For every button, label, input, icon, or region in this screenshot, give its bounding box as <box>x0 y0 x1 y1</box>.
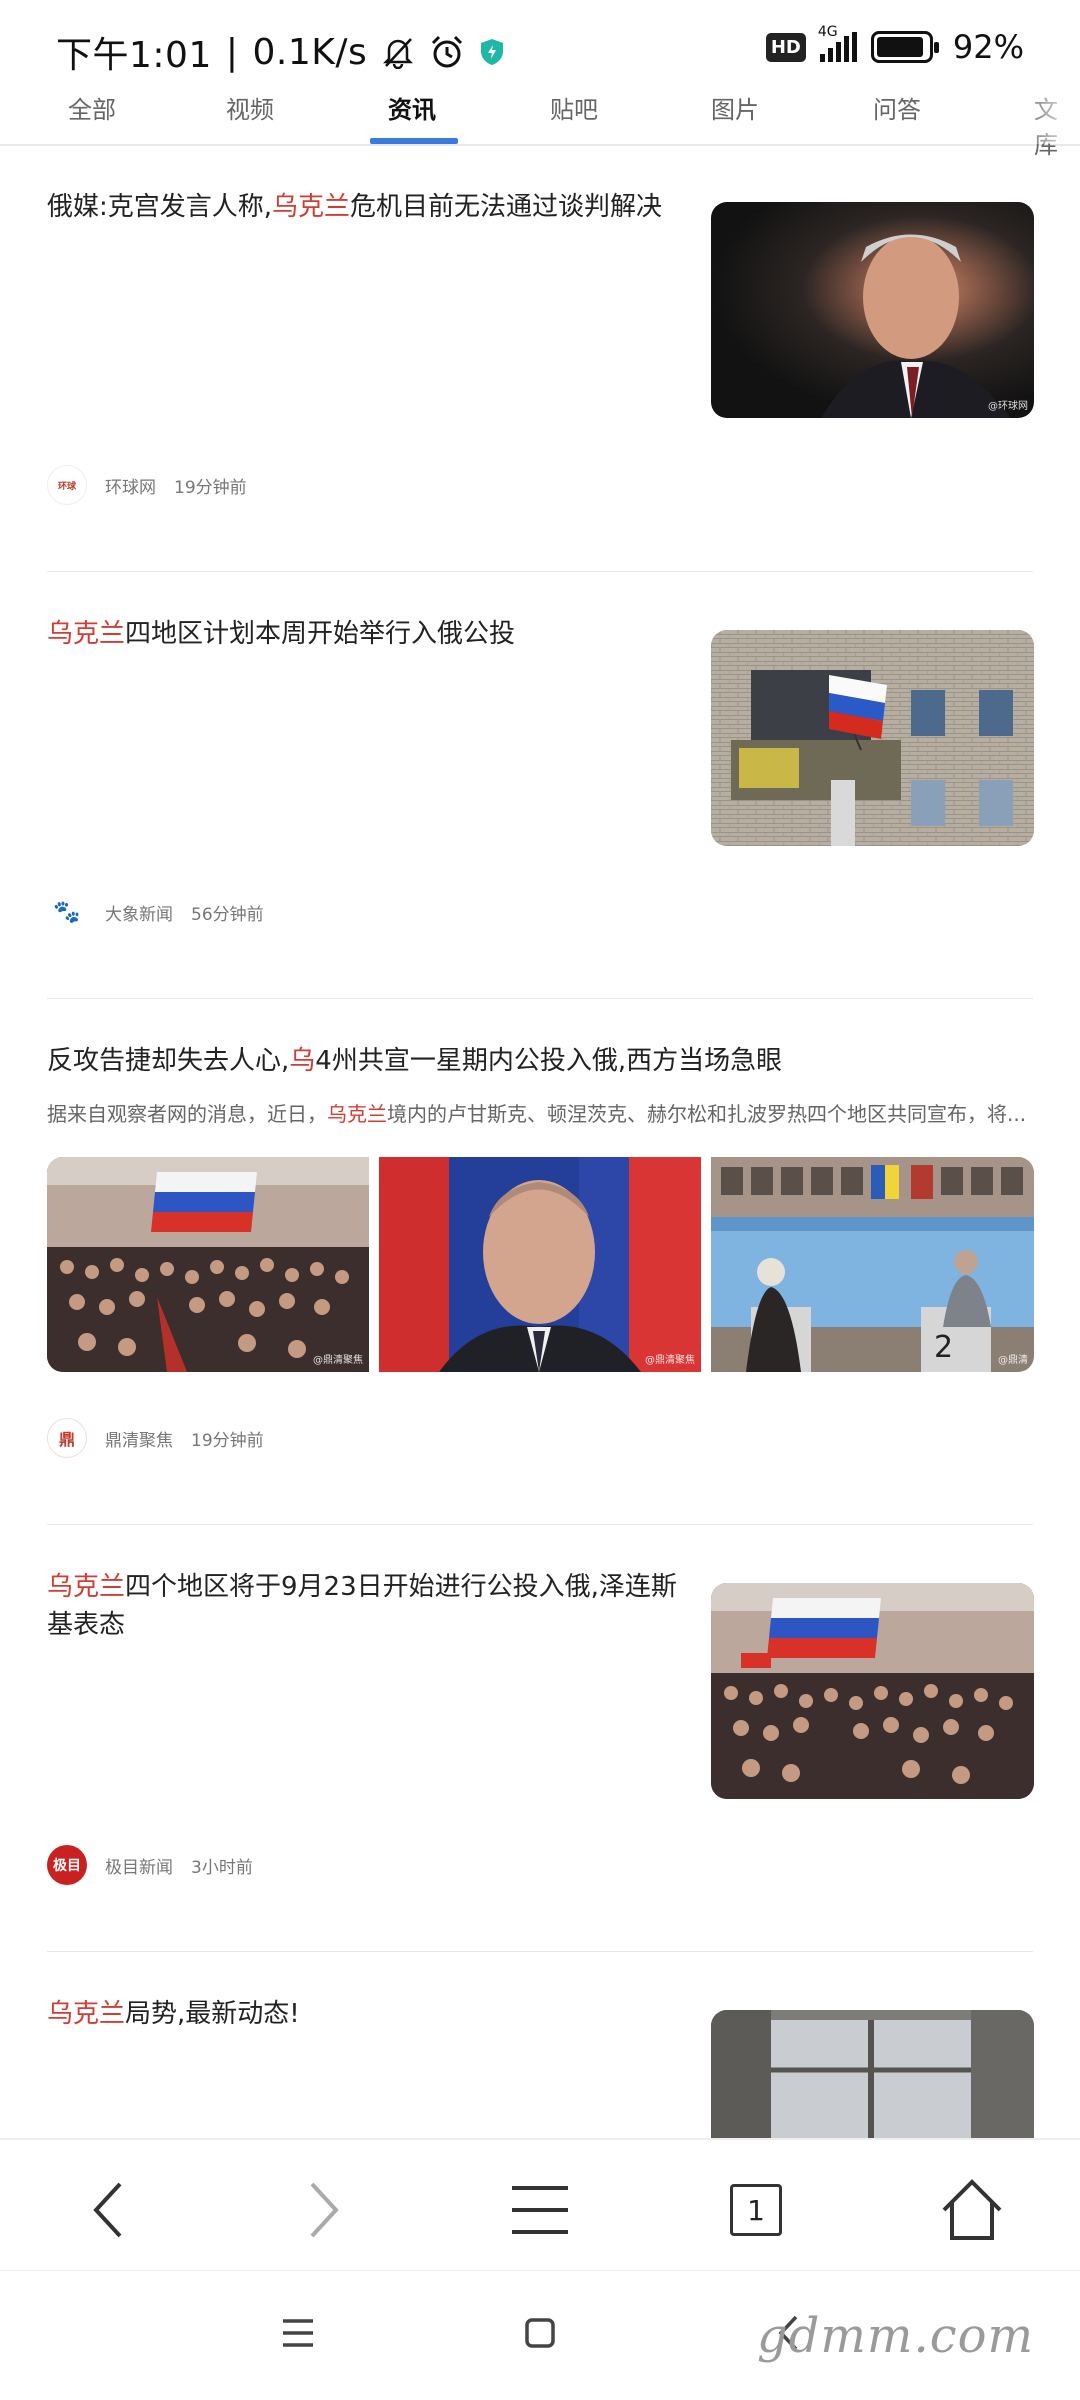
divider <box>47 998 1033 999</box>
title-text: 危机目前无法通过谈判解决 <box>350 192 663 222</box>
title-highlight: 乌克兰 <box>272 192 351 222</box>
status-left: 下午1:01 | 0.1K/s <box>56 26 505 78</box>
tab-all[interactable]: 全部 <box>68 90 116 125</box>
forward-icon <box>310 2182 339 2238</box>
divider <box>47 571 1033 572</box>
home-icon <box>942 2179 1002 2240</box>
back-icon <box>93 2182 122 2238</box>
tabs-icon: 1 <box>730 2184 782 2236</box>
article-title[interactable]: 乌克兰四地区计划本周开始举行入俄公投 <box>47 615 687 653</box>
publish-time: 19分钟前 <box>191 1430 264 1451</box>
source-name[interactable]: 环球网 <box>105 473 156 498</box>
bell-off-icon <box>383 38 414 69</box>
tab-qa[interactable]: 问答 <box>873 90 921 125</box>
source-name[interactable]: 极目新闻 <box>105 1853 173 1878</box>
article-title[interactable]: 俄媒:克宫发言人称,乌克兰危机目前无法通过谈判解决 <box>47 188 687 226</box>
image-watermark: @鼎清聚焦 <box>313 1355 363 1366</box>
source-logo: 鼎 <box>47 1418 87 1458</box>
svg-text:2: 2 <box>934 1330 953 1365</box>
status-speed: 0.1K/s <box>252 31 368 73</box>
source-name[interactable]: 大象新闻 <box>105 900 173 925</box>
status-time: 下午1:01 <box>56 35 212 76</box>
battery-percent: 92% <box>952 28 1024 66</box>
article-meta: 环球 环球网 19分钟前 <box>47 465 247 505</box>
active-tab-indicator <box>370 138 458 144</box>
voting-booth-photo: 2 <box>711 1157 1034 1372</box>
article-meta: 鼎 鼎清聚焦 19分钟前 <box>47 1418 264 1458</box>
browser-toolbar: 1 <box>0 2138 1080 2268</box>
building-flag-photo <box>711 630 1034 846</box>
forward-button[interactable] <box>284 2170 364 2250</box>
article-snippet: 据来自观察者网的消息，近日，乌克兰境内的卢甘斯克、顿涅茨克、赫尔松和扎波罗热四个… <box>47 1099 1037 1129</box>
status-right: HD 4G 92% <box>765 24 1024 66</box>
title-text: 反攻告捷却失去人心, <box>47 1046 290 1076</box>
home-nav-button[interactable] <box>500 2293 580 2373</box>
category-tabs: 全部 视频 资讯 贴吧 图片 问答 文库 <box>0 80 1080 159</box>
status-separator: | <box>225 31 239 73</box>
article-title[interactable]: 乌克兰四个地区将于9月23日开始进行公投入俄,泽连斯基表态 <box>47 1568 687 1644</box>
title-highlight: 乌克兰 <box>47 1572 126 1602</box>
article-title[interactable]: 乌克兰局势,最新动态! <box>47 1995 687 2033</box>
title-text: 俄媒:克宫发言人称, <box>47 192 273 222</box>
shield-vpn-icon <box>481 39 504 65</box>
article-title[interactable]: 反攻告捷却失去人心,乌4州共宣一星期内公投入俄,西方当场急眼 <box>47 1042 1037 1080</box>
publish-time: 3小时前 <box>191 1857 253 1878</box>
portrait-photo <box>379 1157 701 1372</box>
publish-time: 56分钟前 <box>191 904 264 925</box>
article-thumbnail[interactable] <box>711 2010 1034 2138</box>
tab-tieba[interactable]: 贴吧 <box>550 90 598 125</box>
status-bar: 下午1:01 | 0.1K/s HD 4G 92% <box>0 0 1080 80</box>
back-button[interactable] <box>68 2170 148 2250</box>
recent-apps-button[interactable] <box>258 2293 338 2373</box>
snippet-highlight: 乌克兰 <box>327 1102 387 1126</box>
title-text: 四地区计划本周开始举行入俄公投 <box>125 619 516 649</box>
title-highlight: 乌克兰 <box>47 619 126 649</box>
alarm-icon <box>432 35 463 68</box>
article-thumbnail[interactable] <box>711 1583 1034 1799</box>
tab-images[interactable]: 图片 <box>711 90 759 125</box>
title-text: 四个地区将于9月23日开始进行公投入俄,泽连斯基表态 <box>47 1572 677 1640</box>
recent-apps-icon <box>283 2319 313 2347</box>
menu-icon <box>512 2186 568 2234</box>
article-thumbnail[interactable] <box>711 630 1034 846</box>
hd-icon: HD <box>765 32 806 62</box>
title-highlight: 乌克兰 <box>47 1999 126 2029</box>
tabs-fade <box>1020 80 1080 144</box>
publish-time: 19分钟前 <box>174 477 247 498</box>
tab-video[interactable]: 视频 <box>226 90 274 125</box>
tabs-button[interactable]: 1 <box>716 2170 796 2250</box>
article-meta: 极目 极目新闻 3小时前 <box>47 1845 253 1885</box>
home-button[interactable] <box>932 2170 1012 2250</box>
title-highlight: 乌 <box>289 1046 316 1076</box>
divider <box>47 1524 1033 1525</box>
title-text: 局势,最新动态! <box>125 1999 300 2029</box>
snippet-text: 据来自观察者网的消息，近日， <box>47 1102 327 1126</box>
crowd-flag-photo <box>711 1583 1034 1799</box>
article-image[interactable]: @鼎清聚焦 <box>379 1157 701 1372</box>
title-text: 4州共宣一星期内公投入俄,西方当场急眼 <box>315 1046 783 1076</box>
source-name[interactable]: 鼎清聚焦 <box>105 1426 173 1451</box>
window-photo <box>711 2010 1034 2138</box>
snippet-text: 境内的卢甘斯克、顿涅茨克、赫尔松和扎波罗热四个地区共同宣布，将... <box>387 1102 1027 1126</box>
image-watermark: @鼎清聚焦 <box>645 1355 695 1366</box>
network-type: 4G <box>817 24 838 40</box>
source-logo: 极目 <box>47 1845 87 1885</box>
article-meta: 🐾 大象新闻 56分钟前 <box>47 892 264 932</box>
signal-icon: 4G <box>818 24 857 62</box>
image-watermark: @鼎清 <box>998 1355 1028 1366</box>
square-home-icon <box>525 2318 555 2348</box>
crowd-flag-photo <box>47 1157 369 1372</box>
source-logo: 环球 <box>47 465 87 505</box>
tab-news[interactable]: 资讯 <box>388 90 436 125</box>
article-thumbnail[interactable]: @环球网 <box>711 202 1034 418</box>
source-logo: 🐾 <box>47 892 87 932</box>
image-watermark: @环球网 <box>988 401 1028 412</box>
article-image[interactable]: 2 @鼎清 <box>711 1157 1034 1372</box>
divider <box>47 1951 1033 1952</box>
menu-button[interactable] <box>500 2170 580 2250</box>
spokesman-photo <box>821 234 1011 418</box>
battery-icon <box>870 31 939 63</box>
article-image[interactable]: @鼎清聚焦 <box>47 1157 369 1372</box>
site-watermark: gdmm.com <box>756 2308 1034 2364</box>
